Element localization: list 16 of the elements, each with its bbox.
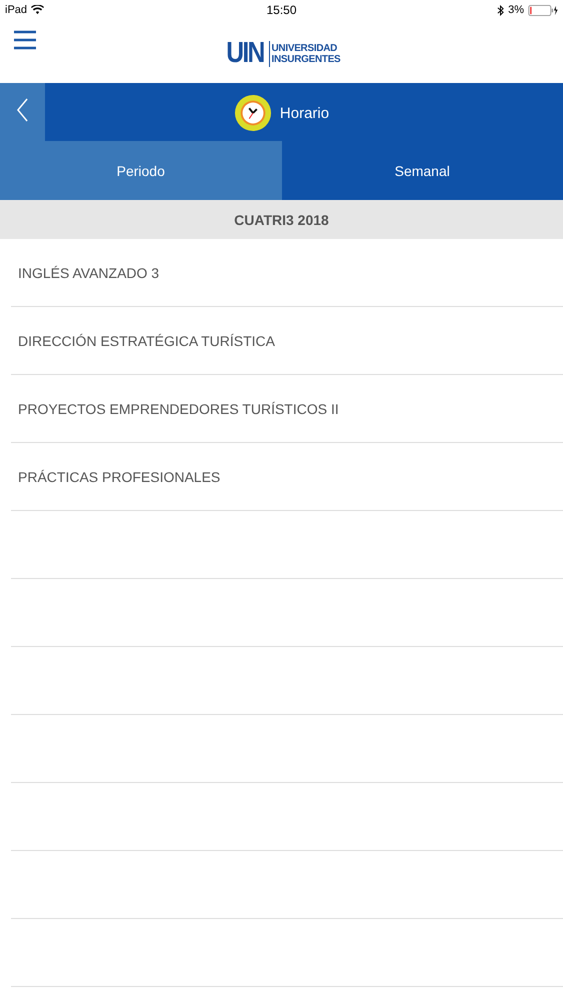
clock-icon (234, 94, 272, 132)
battery-icon (528, 4, 558, 16)
section-title: CUATRI3 2018 (234, 212, 329, 228)
course-item[interactable]: DIRECCIÓN ESTRATÉGICA TURÍSTICA (18, 332, 275, 348)
menu-icon[interactable] (14, 30, 36, 50)
back-icon (17, 98, 28, 122)
clock-time: 15:50 (266, 3, 297, 17)
course-item[interactable]: PRÁCTICAS PROFESIONALES (18, 468, 220, 484)
tab[interactable]: Periodo (0, 141, 282, 200)
course-item[interactable]: PROYECTOS EMPRENDEDORES TURÍSTICOS II (18, 400, 339, 416)
device-name: iPad (5, 4, 28, 16)
bluetooth-icon (497, 4, 504, 16)
screen-title: Horario (280, 104, 330, 122)
course-item[interactable]: INGLÉS AVANZADO 3 (18, 264, 160, 280)
wifi-icon (31, 5, 44, 15)
battery-percent: 3% (508, 4, 524, 16)
